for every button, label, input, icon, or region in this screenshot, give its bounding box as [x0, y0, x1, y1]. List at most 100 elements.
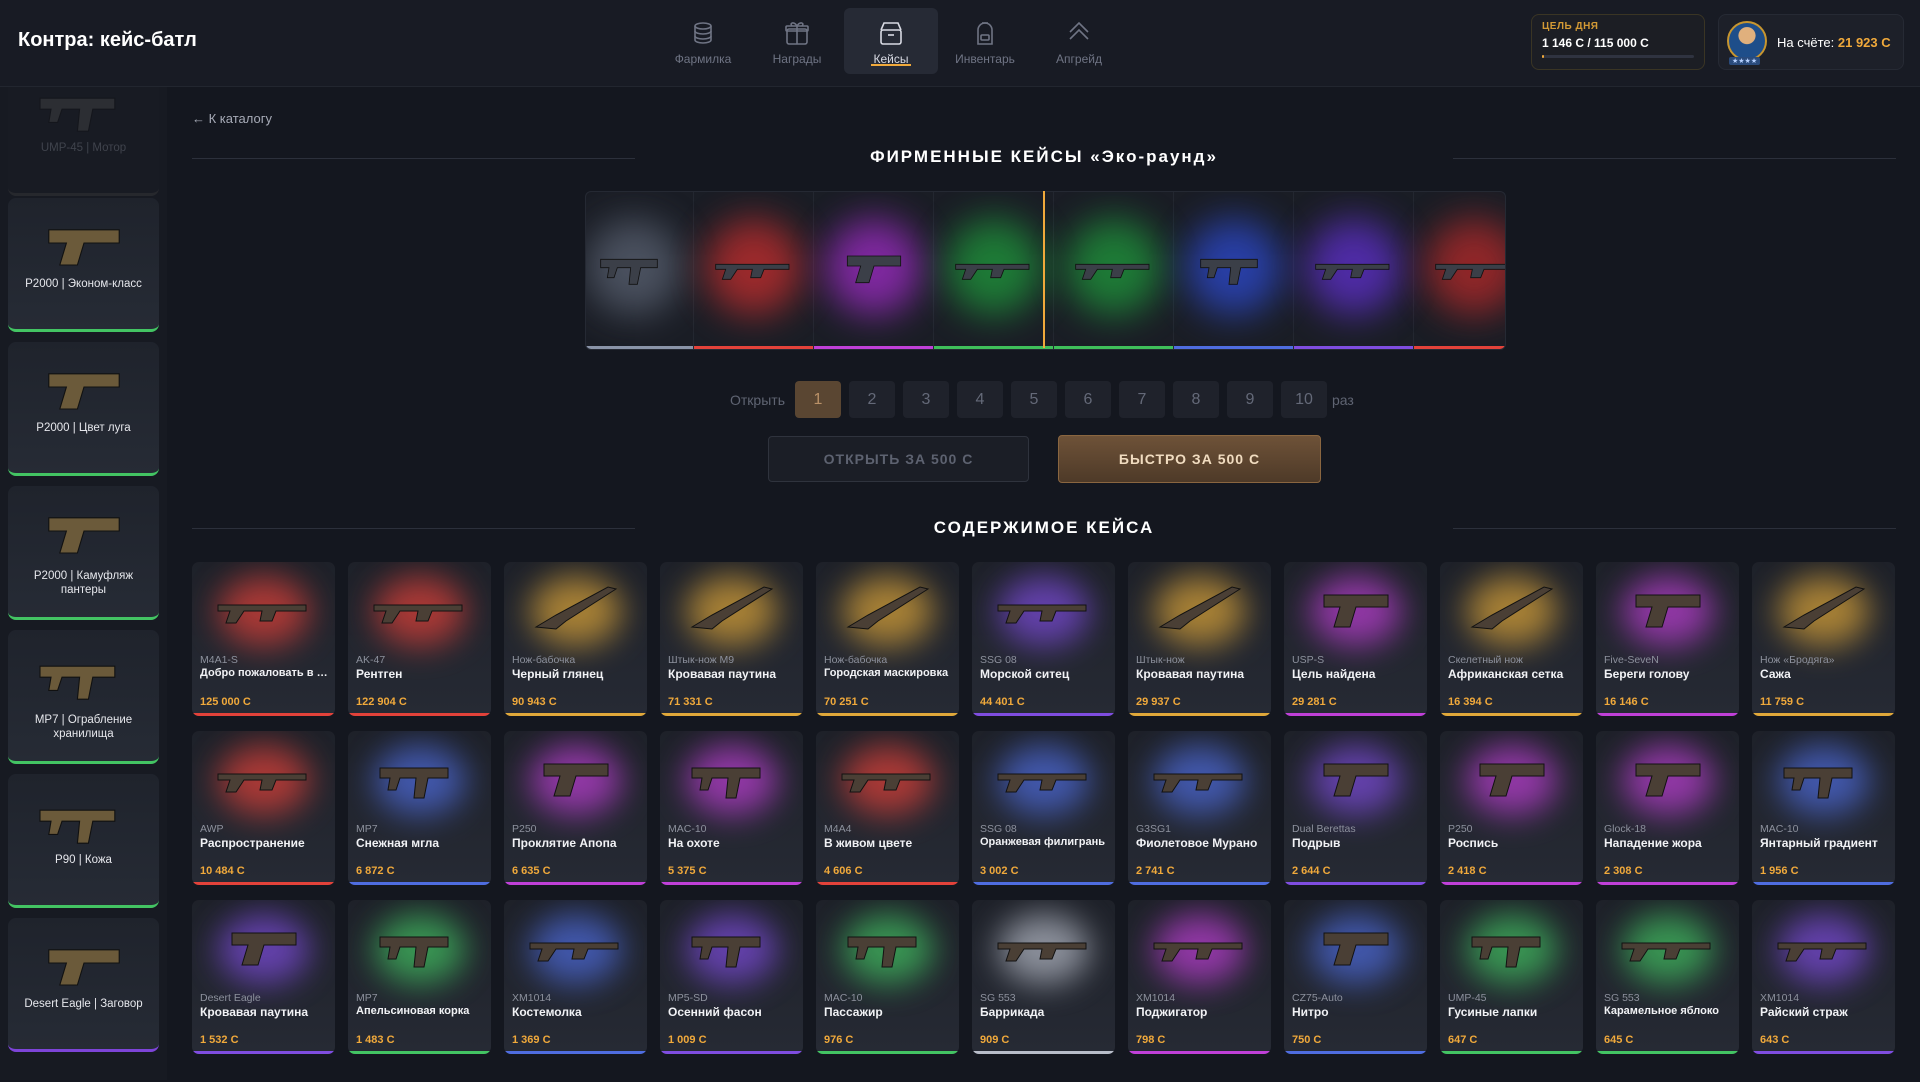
- daily-goal[interactable]: ЦЕЛЬ ДНЯ 1 146 С / 115 000 С: [1531, 14, 1705, 70]
- account-panel[interactable]: ★★★★ На счёте: 21 923 С: [1718, 14, 1904, 70]
- item-price: 3 002 С: [980, 865, 1019, 877]
- case-item-card[interactable]: SG 553 Карамельное яблоко 645 С: [1596, 900, 1739, 1054]
- case-item-card[interactable]: XM1014 Поджигатор 798 С: [1128, 900, 1271, 1054]
- case-item-card[interactable]: MP7 Снежная мгла 6 872 С: [348, 731, 491, 885]
- nav-inventory[interactable]: Инвентарь: [938, 8, 1032, 74]
- nav-cases[interactable]: Кейсы: [844, 8, 938, 74]
- rarity-bar: [1284, 713, 1427, 716]
- weapon-image: [373, 604, 463, 624]
- rarity-bar: [1752, 882, 1895, 885]
- weapon-image: [1314, 263, 1389, 280]
- rarity-bar: [1128, 882, 1271, 885]
- case-item-card[interactable]: UMP-45 Гусиные лапки 647 С: [1440, 900, 1583, 1054]
- case-item-card[interactable]: Нож-бабочка Черный глянец 90 943 С: [504, 562, 647, 716]
- case-item-card[interactable]: G3SG1 Фиолетовое Мурано 2 741 С: [1128, 731, 1271, 885]
- open-count-5-button[interactable]: 5: [1011, 381, 1057, 418]
- weapon-image: [534, 586, 618, 630]
- rarity-bar: [972, 713, 1115, 716]
- item-price: 647 С: [1448, 1034, 1478, 1046]
- case-item-card[interactable]: SG 553 Баррикада 909 С: [972, 900, 1115, 1054]
- fast-open-button[interactable]: БЫСТРО ЗА 500 С: [1058, 435, 1321, 483]
- rarity-bar: [586, 346, 693, 349]
- item-skin-name: Осенний фасон: [668, 1005, 762, 1019]
- case-item-card[interactable]: MAC-10 Янтарный градиент 1 956 С: [1752, 731, 1895, 885]
- item-price: 1 532 С: [200, 1034, 239, 1046]
- weapon-image: [1074, 263, 1149, 280]
- case-item-card[interactable]: XM1014 Костемолка 1 369 С: [504, 900, 647, 1054]
- case-item-card[interactable]: P250 Роспись 2 418 С: [1440, 731, 1583, 885]
- case-item-card[interactable]: Dual Berettas Подрыв 2 644 С: [1284, 731, 1427, 885]
- case-item-card[interactable]: Нож «Бродяга» Сажа 11 759 С: [1752, 562, 1895, 716]
- case-item-card[interactable]: MAC-10 Пассажир 976 С: [816, 900, 959, 1054]
- open-count-10-button[interactable]: 10: [1281, 381, 1327, 418]
- case-item-card[interactable]: AK-47 Рентген 122 904 С: [348, 562, 491, 716]
- case-item-card[interactable]: M4A4 В живом цвете 4 606 С: [816, 731, 959, 885]
- sidebar-drop-card[interactable]: Desert Eagle | Заговор: [8, 918, 159, 1052]
- case-icon: [880, 22, 902, 45]
- rarity-bar: [1440, 713, 1583, 716]
- case-item-card[interactable]: MP7 Апельсиновая корка 1 483 С: [348, 900, 491, 1054]
- case-item-card[interactable]: SSG 08 Оранжевая филигрань 3 002 С: [972, 731, 1115, 885]
- item-weapon-type: Скелетный нож: [1448, 654, 1523, 666]
- open-count-1-button[interactable]: 1: [795, 381, 841, 418]
- case-item-card[interactable]: SSG 08 Морской ситец 44 401 С: [972, 562, 1115, 716]
- case-item-card[interactable]: Desert Eagle Кровавая паутина 1 532 С: [192, 900, 335, 1054]
- item-price: 125 000 С: [200, 696, 251, 708]
- nav-cases-label: Кейсы: [873, 52, 909, 66]
- item-skin-name: Городская маскировка: [824, 667, 949, 679]
- case-item-card[interactable]: XM1014 Райский страж 643 С: [1752, 900, 1895, 1054]
- nav-farm[interactable]: Фармилка: [656, 8, 750, 74]
- item-price: 10 484 С: [200, 865, 245, 877]
- sidebar-drop-card[interactable]: P2000 | Цвет луга: [8, 342, 159, 476]
- weapon-image: [841, 773, 931, 793]
- weapon-image: [847, 936, 917, 968]
- weapon-image: [1199, 258, 1258, 285]
- item-price: 29 281 С: [1292, 696, 1337, 708]
- case-item-card[interactable]: Скелетный нож Африканская сетка 16 394 С: [1440, 562, 1583, 716]
- open-count-2-button[interactable]: 2: [849, 381, 895, 418]
- sidebar-drop-card[interactable]: P2000 | Камуфляж пантеры: [8, 486, 159, 620]
- item-price: 44 401 С: [980, 696, 1025, 708]
- weapon-image: [1635, 763, 1701, 797]
- item-price: 1 009 С: [668, 1034, 707, 1046]
- nav-upgrade[interactable]: Апгрейд: [1032, 8, 1126, 74]
- rank-badge: ★★★★: [1729, 57, 1761, 65]
- case-item-card[interactable]: Штык-нож Кровавая паутина 29 937 С: [1128, 562, 1271, 716]
- open-count-9-button[interactable]: 9: [1227, 381, 1273, 418]
- item-price: 4 606 С: [824, 865, 863, 877]
- open-count-7-button[interactable]: 7: [1119, 381, 1165, 418]
- case-item-card[interactable]: Five-SeveN Береги голову 16 146 С: [1596, 562, 1739, 716]
- weapon-image: [379, 936, 449, 968]
- back-to-catalog-link[interactable]: ← К каталогу: [192, 111, 272, 126]
- open-count-4-button[interactable]: 4: [957, 381, 1003, 418]
- nav-rewards-label: Награды: [772, 52, 822, 66]
- sidebar-drop-card[interactable]: P2000 | Эконом-класс: [8, 198, 159, 332]
- case-item-card[interactable]: MP5-SD Осенний фасон 1 009 С: [660, 900, 803, 1054]
- open-count-6-button[interactable]: 6: [1065, 381, 1111, 418]
- open-count-8-button[interactable]: 8: [1173, 381, 1219, 418]
- item-weapon-type: MP7: [356, 823, 378, 835]
- item-weapon-type: Нож «Бродяга»: [1760, 654, 1835, 666]
- case-item-card[interactable]: MAC-10 На охоте 5 375 С: [660, 731, 803, 885]
- item-price: 122 904 С: [356, 696, 407, 708]
- case-item-card[interactable]: M4A1-SДобро пожаловать в джунгли 125 000 …: [192, 562, 335, 716]
- open-count-3-button[interactable]: 3: [903, 381, 949, 418]
- open-case-button[interactable]: ОТКРЫТЬ ЗА 500 С: [768, 436, 1029, 482]
- avatar[interactable]: [1727, 21, 1767, 61]
- case-item-card[interactable]: P250 Проклятие Апопа 6 635 С: [504, 731, 647, 885]
- case-item-card[interactable]: CZ75-Auto Нитро 750 С: [1284, 900, 1427, 1054]
- case-item-card[interactable]: AWP Распространение 10 484 С: [192, 731, 335, 885]
- case-item-card[interactable]: Штык-нож M9 Кровавая паутина 71 331 С: [660, 562, 803, 716]
- sidebar-drop-card[interactable]: MP7 | Ограбление хранилища: [8, 630, 159, 764]
- sidebar-drop-name: UMP-45 | Мотор: [40, 142, 127, 154]
- case-item-card[interactable]: Нож-бабочка Городская маскировка 70 251 С: [816, 562, 959, 716]
- case-item-card[interactable]: Glock-18 Нападение жора 2 308 С: [1596, 731, 1739, 885]
- sidebar-drop-card[interactable]: UMP-45 | Мотор: [8, 87, 159, 196]
- contents-title: СОДЕРЖИМОЕ КЕЙСА: [933, 518, 1155, 537]
- case-item-card[interactable]: USP-S Цель найдена 29 281 С: [1284, 562, 1427, 716]
- weapon-image: [599, 258, 658, 285]
- weapon-image: [846, 586, 930, 630]
- weapon-image: [1323, 594, 1389, 628]
- nav-rewards[interactable]: Награды: [750, 8, 844, 74]
- sidebar-drop-card[interactable]: P90 | Кожа: [8, 774, 159, 908]
